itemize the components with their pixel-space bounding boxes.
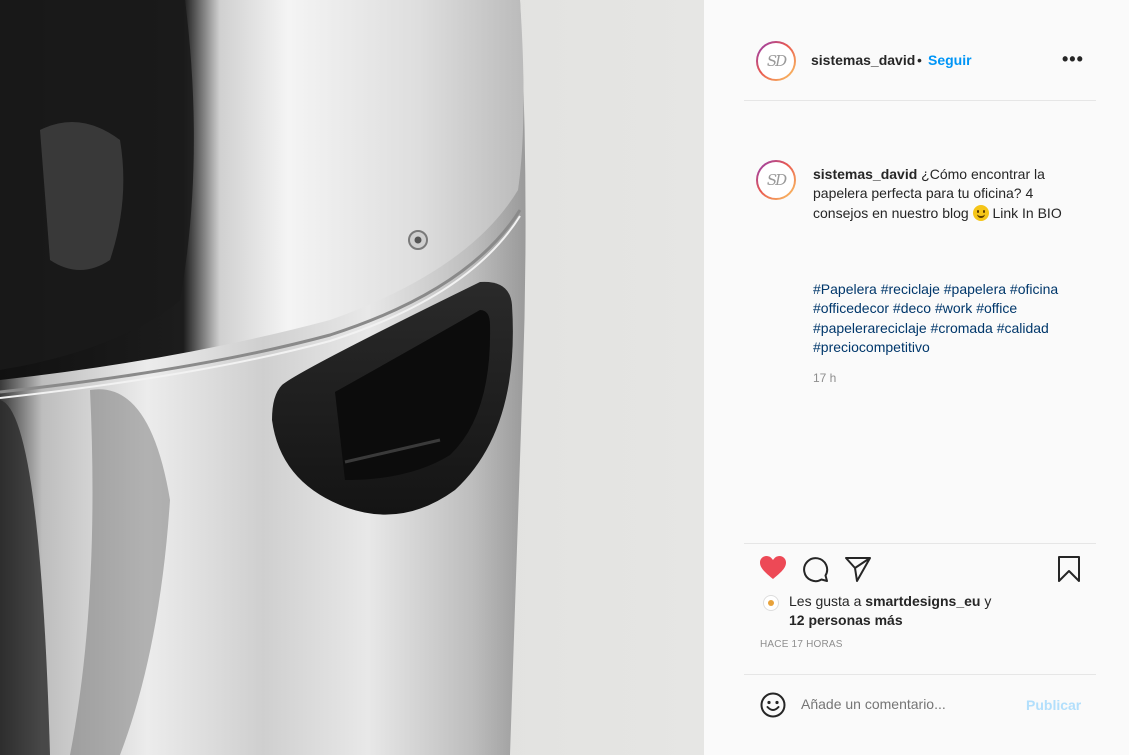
caption-username-link[interactable]: sistemas_david — [813, 166, 917, 182]
heart-filled-icon[interactable] — [759, 555, 787, 584]
smiley-face-icon[interactable] — [760, 692, 786, 721]
post-caption: sistemas_david ¿Cómo encontrar la papele… — [813, 165, 1063, 223]
likes-connector: y — [980, 593, 992, 609]
publish-button[interactable]: Publicar — [1026, 697, 1081, 713]
hashtag-link[interactable]: #preciocompetitivo — [813, 339, 930, 355]
caption-avatar[interactable]: SD — [756, 160, 796, 200]
header-divider — [744, 100, 1096, 101]
caption-timestamp[interactable]: 17 h — [813, 371, 836, 385]
hashtag-link[interactable]: #officedecor — [813, 300, 889, 316]
other-likes-link[interactable]: 12 personas más — [789, 612, 903, 628]
avatar-logo-text: SD — [766, 52, 787, 70]
hashtag-link[interactable]: #deco — [893, 300, 931, 316]
separator-dot: • — [917, 52, 922, 68]
liker-username-link[interactable]: smartdesigns_eu — [865, 593, 980, 609]
post-header: SD sistemas_david • Seguir ••• — [704, 0, 1129, 100]
comment-icon[interactable] — [801, 555, 829, 586]
avatar-logo-text: SD — [766, 171, 787, 189]
hashtag-link[interactable]: #reciclaje — [881, 281, 940, 297]
hashtag-link[interactable]: #cromada — [931, 320, 993, 336]
actions-divider — [744, 543, 1096, 544]
liker-avatar[interactable] — [763, 595, 779, 611]
chrome-bin-photo — [0, 0, 704, 755]
bookmark-icon[interactable] — [1056, 555, 1082, 586]
hashtag-link[interactable]: #calidad — [997, 320, 1049, 336]
hashtag-link[interactable]: #papelerareciclaje — [813, 320, 927, 336]
more-options-icon[interactable]: ••• — [1062, 49, 1084, 70]
share-paper-plane-icon[interactable] — [844, 555, 872, 586]
smiling-face-emoji-icon — [972, 204, 989, 221]
likes-prefix: Les gusta a — [789, 593, 866, 609]
header-username-link[interactable]: sistemas_david — [811, 52, 915, 68]
hashtag-link[interactable]: #papelera — [944, 281, 1006, 297]
add-comment-row: Publicar — [704, 675, 1129, 755]
caption-text-2: Link In BIO — [988, 204, 1062, 221]
profile-avatar[interactable]: SD — [756, 41, 796, 81]
post-photo[interactable] — [0, 0, 704, 755]
hashtag-link[interactable]: #work — [935, 300, 972, 316]
follow-button[interactable]: Seguir — [928, 52, 972, 68]
action-bar — [704, 555, 1129, 585]
comment-input[interactable] — [801, 696, 1001, 712]
post-side-panel: SD sistemas_david • Seguir ••• SD sistem… — [704, 0, 1129, 755]
hashtag-link[interactable]: #office — [976, 300, 1017, 316]
hashtag-link[interactable]: #oficina — [1010, 281, 1058, 297]
hashtag-link[interactable]: #Papelera — [813, 281, 877, 297]
post-age[interactable]: HACE 17 HORAS — [760, 639, 843, 650]
hashtag-list: #Papelera #reciclaje #papelera #oficina … — [813, 280, 1083, 357]
